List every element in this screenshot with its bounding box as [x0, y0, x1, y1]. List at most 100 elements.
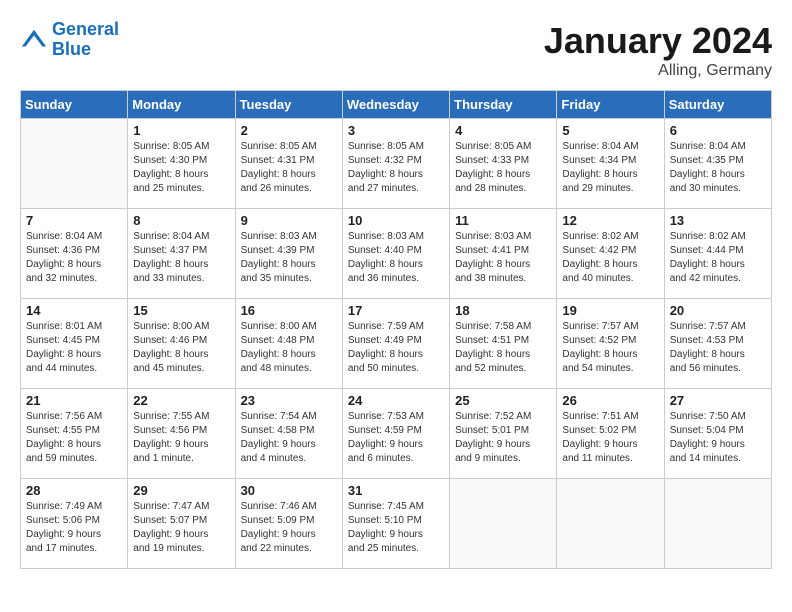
day-number: 17 [348, 303, 444, 318]
day-number: 4 [455, 123, 551, 138]
day-info: Sunrise: 8:01 AM Sunset: 4:45 PM Dayligh… [26, 320, 122, 376]
day-cell: 12 Sunrise: 8:02 AM Sunset: 4:42 PM Dayli… [557, 209, 664, 299]
day-cell: 17Sunrise: 7:59 AM Sunset: 4:49 PM Dayli… [342, 299, 449, 389]
week-row-5: 28Sunrise: 7:49 AM Sunset: 5:06 PM Dayli… [21, 479, 772, 569]
title-block: January 2024 Alling, Germany [544, 20, 772, 80]
day-info: Sunrise: 8:02 AM Sunset: 4:44 PM Dayligh… [670, 230, 766, 286]
logo-text: General Blue [52, 20, 119, 60]
week-row-3: 14 Sunrise: 8:01 AM Sunset: 4:45 PM Dayli… [21, 299, 772, 389]
day-cell: 11 Sunrise: 8:03 AM Sunset: 4:41 PM Dayli… [450, 209, 557, 299]
day-info: Sunrise: 7:56 AM Sunset: 4:55 PM Dayligh… [26, 410, 122, 466]
day-cell: 6 Sunrise: 8:04 AM Sunset: 4:35 PM Daylig… [664, 119, 771, 209]
day-cell: 21 Sunrise: 7:56 AM Sunset: 4:55 PM Dayli… [21, 389, 128, 479]
day-info: Sunrise: 7:45 AM Sunset: 5:10 PM Dayligh… [348, 500, 444, 556]
day-number: 29 [133, 483, 229, 498]
day-cell: 31 Sunrise: 7:45 AM Sunset: 5:10 PM Dayli… [342, 479, 449, 569]
day-cell: 4 Sunrise: 8:05 AM Sunset: 4:33 PM Daylig… [450, 119, 557, 209]
day-info: Sunrise: 8:05 AM Sunset: 4:31 PM Dayligh… [241, 140, 337, 196]
day-info: Sunrise: 7:58 AM Sunset: 4:51 PM Dayligh… [455, 320, 551, 376]
week-row-1: 1Sunrise: 8:05 AM Sunset: 4:30 PM Daylig… [21, 119, 772, 209]
day-info: Sunrise: 8:05 AM Sunset: 4:32 PM Dayligh… [348, 140, 444, 196]
day-number: 2 [241, 123, 337, 138]
day-cell: 22 Sunrise: 7:55 AM Sunset: 4:56 PM Dayli… [128, 389, 235, 479]
day-cell: 30Sunrise: 7:46 AM Sunset: 5:09 PM Dayli… [235, 479, 342, 569]
day-cell: 20Sunrise: 7:57 AM Sunset: 4:53 PM Dayli… [664, 299, 771, 389]
day-number: 16 [241, 303, 337, 318]
day-cell: 9 Sunrise: 8:03 AM Sunset: 4:39 PM Daylig… [235, 209, 342, 299]
day-cell: 8 Sunrise: 8:04 AM Sunset: 4:37 PM Daylig… [128, 209, 235, 299]
day-number: 1 [133, 123, 229, 138]
header-row: SundayMondayTuesdayWednesdayThursdayFrid… [21, 91, 772, 119]
day-info: Sunrise: 8:04 AM Sunset: 4:35 PM Dayligh… [670, 140, 766, 196]
day-number: 9 [241, 213, 337, 228]
day-number: 7 [26, 213, 122, 228]
day-cell [21, 119, 128, 209]
day-number: 18 [455, 303, 551, 318]
day-info: Sunrise: 8:04 AM Sunset: 4:37 PM Dayligh… [133, 230, 229, 286]
day-number: 8 [133, 213, 229, 228]
col-header-saturday: Saturday [664, 91, 771, 119]
day-info: Sunrise: 8:02 AM Sunset: 4:42 PM Dayligh… [562, 230, 658, 286]
calendar-table: SundayMondayTuesdayWednesdayThursdayFrid… [20, 90, 772, 569]
day-cell: 18 Sunrise: 7:58 AM Sunset: 4:51 PM Dayli… [450, 299, 557, 389]
day-number: 10 [348, 213, 444, 228]
day-number: 25 [455, 393, 551, 408]
day-number: 23 [241, 393, 337, 408]
day-cell: 25 Sunrise: 7:52 AM Sunset: 5:01 PM Dayli… [450, 389, 557, 479]
day-number: 11 [455, 213, 551, 228]
day-number: 3 [348, 123, 444, 138]
day-info: Sunrise: 8:00 AM Sunset: 4:48 PM Dayligh… [241, 320, 337, 376]
day-number: 15 [133, 303, 229, 318]
day-info: Sunrise: 7:46 AM Sunset: 5:09 PM Dayligh… [241, 500, 337, 556]
day-number: 19 [562, 303, 658, 318]
day-number: 28 [26, 483, 122, 498]
day-cell: 24Sunrise: 7:53 AM Sunset: 4:59 PM Dayli… [342, 389, 449, 479]
col-header-sunday: Sunday [21, 91, 128, 119]
day-info: Sunrise: 7:55 AM Sunset: 4:56 PM Dayligh… [133, 410, 229, 466]
month-title: January 2024 [544, 20, 772, 62]
day-info: Sunrise: 7:50 AM Sunset: 5:04 PM Dayligh… [670, 410, 766, 466]
day-number: 21 [26, 393, 122, 408]
day-cell: 3 Sunrise: 8:05 AM Sunset: 4:32 PM Daylig… [342, 119, 449, 209]
day-info: Sunrise: 7:53 AM Sunset: 4:59 PM Dayligh… [348, 410, 444, 466]
day-info: Sunrise: 8:00 AM Sunset: 4:46 PM Dayligh… [133, 320, 229, 376]
day-info: Sunrise: 7:51 AM Sunset: 5:02 PM Dayligh… [562, 410, 658, 466]
col-header-tuesday: Tuesday [235, 91, 342, 119]
day-info: Sunrise: 7:57 AM Sunset: 4:52 PM Dayligh… [562, 320, 658, 376]
day-cell: 14 Sunrise: 8:01 AM Sunset: 4:45 PM Dayli… [21, 299, 128, 389]
day-number: 22 [133, 393, 229, 408]
day-number: 27 [670, 393, 766, 408]
day-number: 14 [26, 303, 122, 318]
col-header-thursday: Thursday [450, 91, 557, 119]
day-cell: 29Sunrise: 7:47 AM Sunset: 5:07 PM Dayli… [128, 479, 235, 569]
day-cell [557, 479, 664, 569]
day-info: Sunrise: 8:03 AM Sunset: 4:41 PM Dayligh… [455, 230, 551, 286]
day-number: 13 [670, 213, 766, 228]
day-cell: 10 Sunrise: 8:03 AM Sunset: 4:40 PM Dayli… [342, 209, 449, 299]
week-row-4: 21 Sunrise: 7:56 AM Sunset: 4:55 PM Dayli… [21, 389, 772, 479]
day-info: Sunrise: 8:05 AM Sunset: 4:33 PM Dayligh… [455, 140, 551, 196]
day-cell: 26Sunrise: 7:51 AM Sunset: 5:02 PM Dayli… [557, 389, 664, 479]
day-info: Sunrise: 7:54 AM Sunset: 4:58 PM Dayligh… [241, 410, 337, 466]
day-cell: 7 Sunrise: 8:04 AM Sunset: 4:36 PM Daylig… [21, 209, 128, 299]
day-info: Sunrise: 8:03 AM Sunset: 4:39 PM Dayligh… [241, 230, 337, 286]
day-info: Sunrise: 8:03 AM Sunset: 4:40 PM Dayligh… [348, 230, 444, 286]
logo-icon [20, 26, 48, 54]
day-cell: 28Sunrise: 7:49 AM Sunset: 5:06 PM Dayli… [21, 479, 128, 569]
day-number: 6 [670, 123, 766, 138]
day-cell: 1Sunrise: 8:05 AM Sunset: 4:30 PM Daylig… [128, 119, 235, 209]
location: Alling, Germany [544, 62, 772, 80]
day-number: 20 [670, 303, 766, 318]
day-cell: 23 Sunrise: 7:54 AM Sunset: 4:58 PM Dayli… [235, 389, 342, 479]
day-number: 31 [348, 483, 444, 498]
col-header-friday: Friday [557, 91, 664, 119]
day-cell: 19 Sunrise: 7:57 AM Sunset: 4:52 PM Dayli… [557, 299, 664, 389]
day-number: 5 [562, 123, 658, 138]
week-row-2: 7 Sunrise: 8:04 AM Sunset: 4:36 PM Daylig… [21, 209, 772, 299]
col-header-wednesday: Wednesday [342, 91, 449, 119]
day-number: 12 [562, 213, 658, 228]
day-info: Sunrise: 7:52 AM Sunset: 5:01 PM Dayligh… [455, 410, 551, 466]
day-cell: 2 Sunrise: 8:05 AM Sunset: 4:31 PM Daylig… [235, 119, 342, 209]
day-info: Sunrise: 8:04 AM Sunset: 4:36 PM Dayligh… [26, 230, 122, 286]
col-header-monday: Monday [128, 91, 235, 119]
